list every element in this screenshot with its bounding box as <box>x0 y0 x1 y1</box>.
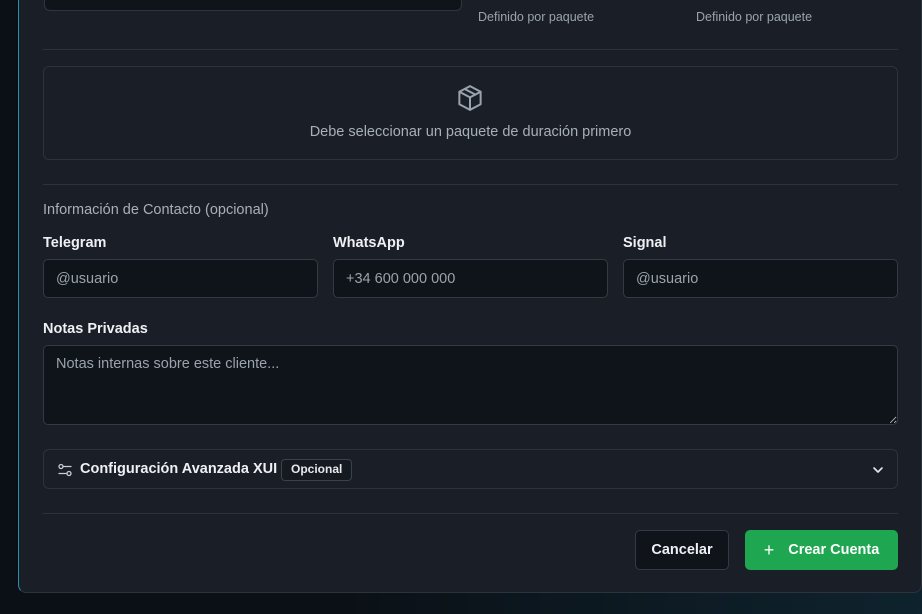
divider <box>43 49 898 50</box>
divider <box>43 184 898 185</box>
signal-label: Signal <box>623 235 667 251</box>
create-account-button[interactable]: + Crear Cuenta <box>745 530 898 570</box>
whatsapp-label: WhatsApp <box>333 235 405 251</box>
advanced-config-toggle[interactable]: Configuración Avanzada XUI Opcional <box>43 449 898 489</box>
private-notes-textarea[interactable] <box>43 345 898 425</box>
whatsapp-input[interactable] <box>333 259 608 298</box>
empty-state-message: Debe seleccionar un paquete de duración … <box>309 124 632 140</box>
package-empty-state: Debe seleccionar un paquete de duración … <box>43 66 898 160</box>
derived-value-left: Definido por paquete <box>478 10 595 24</box>
advanced-config-title: Configuración Avanzada XUI <box>80 461 278 477</box>
cancel-button[interactable]: Cancelar <box>635 530 729 570</box>
plus-icon: + <box>763 540 775 560</box>
optional-badge: Opcional <box>281 459 353 481</box>
create-account-modal: Definido por paquete Definido por paquet… <box>18 0 922 593</box>
signal-input[interactable] <box>623 259 898 298</box>
package-icon <box>458 85 482 111</box>
contact-section-title: Información de Contacto (opcional) <box>43 202 269 218</box>
package-select-field[interactable] <box>44 0 462 11</box>
notes-label: Notas Privadas <box>43 321 148 337</box>
cancel-label: Cancelar <box>651 542 713 558</box>
derived-value-right: Definido por paquete <box>696 10 813 24</box>
sliders-icon <box>58 463 72 477</box>
create-label: Crear Cuenta <box>788 542 880 558</box>
telegram-label: Telegram <box>43 235 107 251</box>
divider <box>43 513 898 514</box>
telegram-input[interactable] <box>43 259 318 298</box>
chevron-down-icon <box>873 467 883 473</box>
